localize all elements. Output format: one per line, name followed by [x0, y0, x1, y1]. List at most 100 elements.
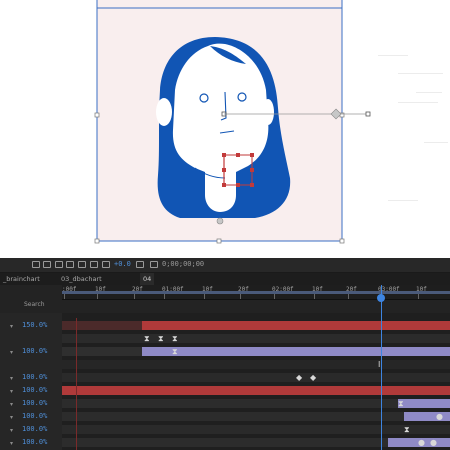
keyframe-icon[interactable]: ⧗ — [172, 332, 178, 345]
keyframe-track[interactable]: I — [62, 358, 450, 371]
expand-arrow-icon[interactable]: ▾ — [10, 375, 13, 382]
keyframe-icon[interactable]: ● — [430, 436, 437, 449]
expand-arrow-icon[interactable]: ▾ — [10, 349, 13, 356]
left-ear — [156, 98, 172, 126]
graph-editor-icon[interactable] — [102, 261, 110, 268]
keyframe-track[interactable]: ⧗ ⧗ ⧗ — [62, 332, 450, 345]
keyframe-track[interactable]: ⧗ — [62, 345, 450, 358]
search-label[interactable]: Search — [24, 301, 45, 308]
camera-icon[interactable] — [136, 261, 144, 268]
ruler-tick — [348, 294, 349, 299]
keyframe-icon[interactable]: ● — [436, 410, 443, 423]
keyframe-icon[interactable]: ⧗ — [158, 332, 164, 345]
expand-arrow-icon[interactable]: ▾ — [10, 401, 13, 408]
layer-search-area: Search — [0, 285, 62, 313]
keyframe-track[interactable]: ● ● — [62, 436, 450, 449]
layer-bar[interactable] — [142, 321, 450, 330]
draft-3d-icon[interactable] — [55, 261, 63, 268]
keyframe-icon[interactable]: ⧗ — [404, 423, 410, 436]
ruler-tick — [97, 294, 98, 299]
keyframe-track[interactable] — [62, 319, 450, 332]
layer-row[interactable]: ▾ 100.0% — [0, 397, 62, 410]
frame-offset[interactable]: +0.0 — [114, 260, 131, 268]
motion-blur-icon[interactable] — [90, 261, 98, 268]
render-icon[interactable] — [43, 261, 51, 268]
layer-bar[interactable] — [62, 438, 388, 447]
ruler-tick — [164, 294, 165, 299]
layer-bar[interactable] — [398, 399, 450, 408]
layer-row[interactable]: ▾ 100.0% — [0, 410, 62, 423]
keyframe-icon[interactable]: ● — [418, 436, 425, 449]
keyframe-icon[interactable]: ⧗ — [172, 345, 178, 358]
faint-background-marks — [368, 40, 450, 220]
layer-row[interactable] — [0, 332, 62, 345]
layer-row[interactable]: ▾ 100.0% — [0, 436, 62, 449]
keyframe-track[interactable]: ⧗ — [62, 397, 450, 410]
scale-value[interactable]: 100.0% — [22, 386, 47, 394]
scale-value[interactable]: 100.0% — [22, 399, 47, 407]
keyframe-track[interactable]: ● — [62, 410, 450, 423]
expand-arrow-icon[interactable]: ▾ — [10, 323, 13, 330]
playhead-handle[interactable] — [377, 294, 385, 302]
scale-value[interactable]: 100.0% — [22, 438, 47, 446]
tab-brainchart[interactable]: _brainchart — [0, 273, 43, 285]
keyframe-icon[interactable]: ⧗ — [398, 397, 404, 410]
scale-value[interactable]: 100.0% — [22, 412, 47, 420]
tab-dbachart[interactable]: 03_dbachart — [58, 273, 105, 285]
layer-bar[interactable] — [62, 399, 398, 408]
layer-properties-column: ▾ 150.0% ▾ 100.0% ▾ 100.0% ▾ 100.0% ▾ 100.0% ▾ 100.… — [0, 313, 62, 450]
keyframe-icon[interactable]: ⧗ — [144, 332, 150, 345]
composition-viewer[interactable] — [0, 0, 450, 258]
playhead-line[interactable] — [381, 285, 382, 450]
expand-arrow-icon[interactable]: ▾ — [10, 427, 13, 434]
ruler-tick — [274, 294, 275, 299]
keyframe-icon[interactable]: ◆ — [310, 371, 316, 384]
layer-bar[interactable] — [62, 321, 142, 330]
timeline-toolbar: +0.0 0;00;00;00 — [0, 258, 450, 273]
expand-arrow-icon[interactable]: ▾ — [10, 388, 13, 395]
keyframe-icon[interactable]: ◆ — [296, 371, 302, 384]
shy-layers-icon[interactable] — [66, 261, 74, 268]
ruler-tick — [240, 294, 241, 299]
layer-bar[interactable] — [62, 425, 450, 434]
layer-row[interactable]: ▾ 150.0% — [0, 319, 62, 332]
scale-value[interactable]: 100.0% — [22, 347, 47, 355]
layer-row[interactable]: ▾ 100.0% — [0, 384, 62, 397]
layer-bar[interactable] — [62, 347, 142, 356]
work-area-bar[interactable] — [62, 291, 450, 294]
scale-value[interactable]: 150.0% — [22, 321, 47, 329]
layer-row[interactable]: ▾ 100.0% — [0, 345, 62, 358]
layer-row[interactable]: ▾ 100.0% — [0, 371, 62, 384]
layer-bar[interactable] — [62, 373, 450, 382]
timecode-display[interactable]: 0;00;00;00 — [162, 260, 204, 268]
ruler-tick — [134, 294, 135, 299]
keyframe-icon[interactable]: I — [378, 358, 380, 371]
composition-icon[interactable] — [32, 261, 40, 268]
layer-bar[interactable] — [404, 412, 450, 421]
composition-tabs: _brainchart 03_dbachart 04 — [0, 273, 450, 285]
in-point-marker — [76, 318, 77, 450]
layer-row[interactable]: ▾ 100.0% — [0, 423, 62, 436]
frame-blending-icon[interactable] — [78, 261, 86, 268]
right-ear — [262, 99, 274, 125]
layer-bar[interactable] — [142, 347, 450, 356]
keyframe-track[interactable] — [62, 384, 450, 397]
layer-row[interactable] — [0, 358, 62, 371]
layer-bar[interactable] — [62, 360, 450, 369]
expand-arrow-icon[interactable]: ▾ — [10, 440, 13, 447]
scale-value[interactable]: 100.0% — [22, 425, 47, 433]
layer-bar[interactable] — [62, 412, 404, 421]
timeline-panel[interactable]: +0.0 0;00;00;00 _brainchart 03_dbachart … — [0, 258, 450, 450]
scale-value[interactable]: 100.0% — [22, 373, 47, 381]
expand-arrow-icon[interactable]: ▾ — [10, 414, 13, 421]
layer-bar[interactable] — [62, 334, 450, 343]
keyframe-track[interactable]: ◆ ◆ — [62, 371, 450, 384]
layer-bar[interactable] — [62, 386, 450, 395]
ruler-tick — [314, 294, 315, 299]
ruler-tick — [204, 294, 205, 299]
grid-icon[interactable] — [150, 261, 158, 268]
keyframe-track[interactable]: ⧗ — [62, 423, 450, 436]
ruler-tick — [64, 294, 65, 299]
ruler-tick — [418, 294, 419, 299]
tab-04[interactable]: 04 — [140, 273, 155, 285]
